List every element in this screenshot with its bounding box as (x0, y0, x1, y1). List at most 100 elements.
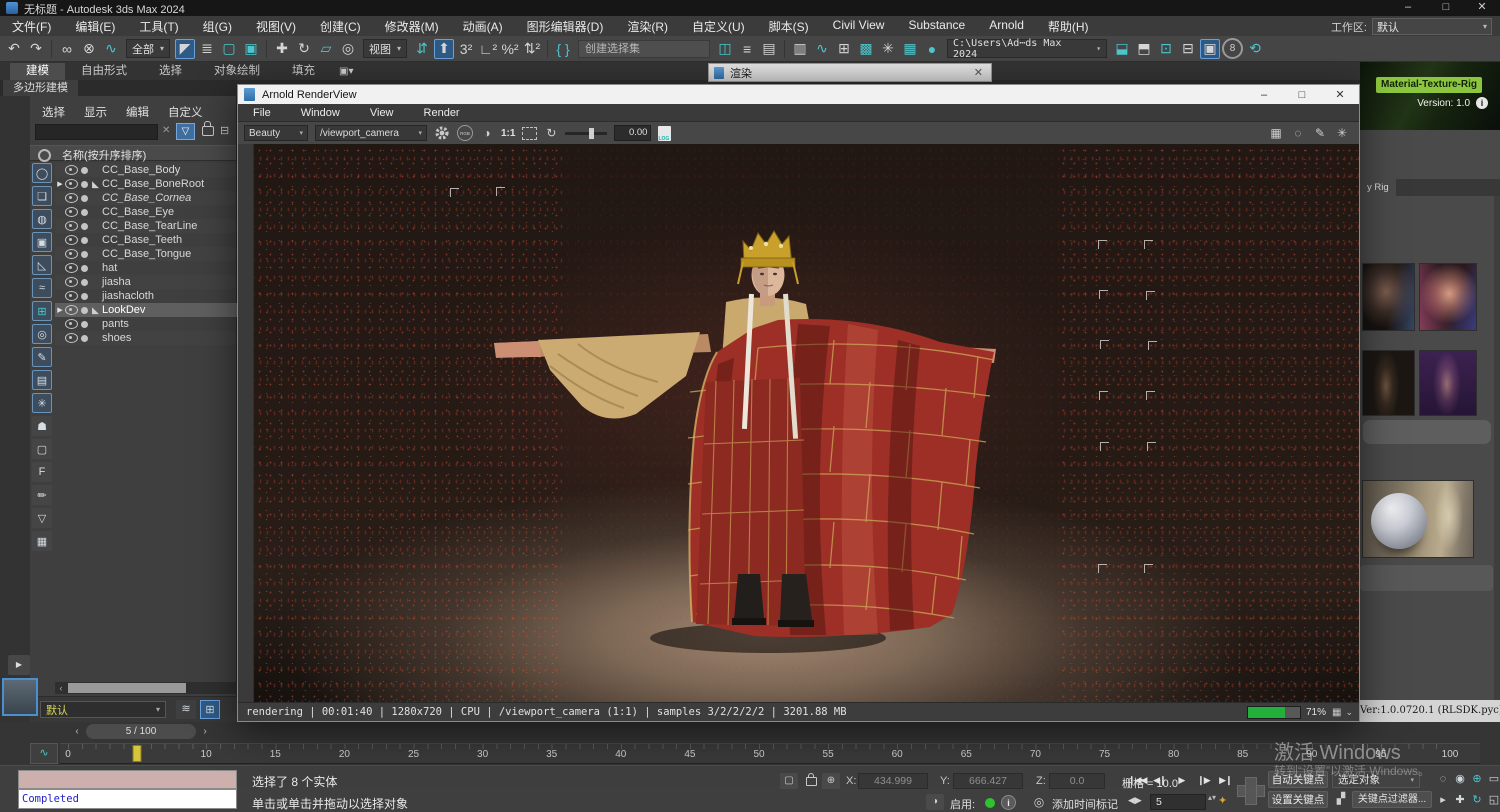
strip-select-icon[interactable]: ◯ (32, 163, 52, 183)
render-dot-icon[interactable] (81, 292, 88, 300)
zoom-icon[interactable]: ◌ (1436, 772, 1450, 787)
align-icon[interactable]: ≡ (737, 39, 757, 59)
maximize-button[interactable]: □ (1283, 89, 1321, 101)
maxscript-mini-listener[interactable]: Completed (18, 789, 237, 809)
percent-snap-icon[interactable]: %² (500, 39, 520, 59)
timeline-ruler[interactable]: 0510152025303540455055606570758085909510… (60, 743, 1480, 764)
ribbon-toggle-icon[interactable]: ▥ (790, 39, 810, 59)
lock-icon[interactable] (202, 121, 214, 136)
strip-systems-icon[interactable]: ⊞ (32, 301, 52, 321)
menu-Substance[interactable]: Substance (896, 18, 977, 35)
viewport-layout-tab[interactable] (2, 678, 38, 716)
pan-navigation-icon[interactable] (1237, 773, 1265, 807)
explorer-item-shoes[interactable]: shoes (55, 331, 237, 345)
unlink-selection-icon[interactable]: ⊗ (79, 39, 99, 59)
visibility-eye-icon[interactable] (65, 277, 78, 287)
scroll-left-icon[interactable]: ‹ (55, 682, 67, 694)
visibility-eye-icon[interactable] (65, 235, 78, 245)
arnold-menu-View[interactable]: View (355, 107, 409, 119)
expand-arrow-icon[interactable]: ▶ (55, 180, 65, 188)
rgb-channel-icon[interactable]: RGB (457, 125, 473, 141)
zoom-ratio-label[interactable]: 1:1 (501, 128, 515, 139)
visibility-eye-icon[interactable] (65, 249, 78, 259)
curve-editor-icon[interactable]: ∿ (812, 39, 832, 59)
render-viewport[interactable] (238, 144, 1359, 702)
y-coordinate-field[interactable]: 666.427 (953, 773, 1023, 789)
render-dot-icon[interactable] (81, 334, 88, 342)
visibility-eye-icon[interactable] (65, 305, 78, 315)
refresh-render-icon[interactable]: ↻ (544, 126, 558, 140)
layer-manager-icon[interactable]: ▤ (759, 39, 779, 59)
strip-utilities-icon[interactable]: F (32, 462, 52, 482)
previous-frame-arrow[interactable]: ‹ (70, 724, 84, 739)
chevron-down-icon[interactable]: ⌄ (1345, 707, 1353, 718)
arnold-menu-File[interactable]: File (238, 107, 286, 119)
arnold-menu-Render[interactable]: Render (409, 107, 475, 119)
close-icon[interactable]: ✕ (966, 66, 991, 79)
autobackup-save-icon[interactable]: ▣ (1200, 38, 1221, 59)
pan-hand-icon[interactable]: ✚ (1453, 793, 1467, 808)
select-and-move-icon[interactable]: ✚ (272, 39, 292, 59)
info-icon[interactable]: i (1476, 97, 1488, 109)
ribbon-tab-populate[interactable]: 填充 (276, 63, 331, 80)
pan-arrow-icon[interactable]: ▸ (1436, 793, 1450, 808)
explorer-menu-编辑[interactable]: 编辑 (126, 104, 168, 120)
ribbon-subtab-polygon-modeling[interactable]: 多边形建模 (3, 80, 78, 96)
visibility-eye-icon[interactable] (65, 179, 78, 189)
info-toggle-icon[interactable]: i (1001, 795, 1016, 810)
render-region-icon[interactable]: ⊡ (1156, 39, 1176, 59)
absolute-mode-icon[interactable]: ⊕ (822, 773, 840, 789)
ribbon-tab-freeform[interactable]: 自由形式 (65, 63, 143, 80)
ribbon-tab-modeling[interactable]: 建模 (10, 63, 65, 80)
isolate-selection-icon[interactable]: ▢ (780, 773, 798, 789)
menu-自定义(U)[interactable]: 自定义(U) (680, 18, 757, 35)
expand-panel-button[interactable]: ▶ (8, 655, 30, 675)
render-dot-icon[interactable] (81, 180, 88, 188)
exposure-slider[interactable] (565, 127, 608, 139)
hierarchy-view-icon[interactable]: ⊞ (200, 700, 220, 719)
explorer-item-CC_Base_Eye[interactable]: CC_Base_Eye (55, 205, 237, 219)
maximize-button[interactable]: □ (1428, 0, 1464, 16)
explorer-menu-选择[interactable]: 选择 (42, 104, 84, 120)
material-texture-rig-button[interactable]: Material-Texture-Rig (1376, 77, 1482, 93)
use-pivot-center-icon[interactable]: ⇵ (412, 39, 432, 59)
region-render-icon[interactable] (522, 126, 538, 140)
material-sphere-preview[interactable] (1362, 480, 1474, 558)
frame-counter-display[interactable]: 5 / 100 (86, 724, 196, 739)
menu-帮助(H)[interactable]: 帮助(H) (1036, 18, 1101, 35)
ab-compare-icon[interactable]: ◑ (480, 126, 494, 140)
previous-frame-button[interactable]: ◀❙ (1150, 772, 1168, 789)
workspace-dropdown[interactable]: 默认 ▾ (1372, 18, 1492, 35)
strip-helpers-icon[interactable]: ◺ (32, 255, 52, 275)
orbit-icon[interactable]: ↻ (1470, 793, 1484, 808)
explorer-item-CC_Base_Tongue[interactable]: CC_Base_Tongue (55, 247, 237, 261)
steering-wheel-icon[interactable]: ◎ (1030, 794, 1048, 810)
menu-Arnold[interactable]: Arnold (977, 18, 1036, 35)
maximize-viewport-icon[interactable]: ◱ (1487, 793, 1500, 808)
visibility-eye-icon[interactable] (65, 193, 78, 203)
bind-to-space-warp-icon[interactable]: ∿ (101, 39, 121, 59)
snaps-toggle-icon[interactable]: ⬆ (434, 38, 455, 59)
mirror-icon[interactable]: ◫ (715, 39, 735, 59)
strip-filter-icon[interactable]: ▽ (32, 508, 52, 528)
render-dot-icon[interactable] (81, 222, 88, 230)
x-coordinate-field[interactable]: 434.999 (858, 773, 928, 789)
render-production-icon[interactable]: ● (922, 39, 942, 59)
panel-button[interactable] (1363, 420, 1491, 444)
render-frame-icon[interactable]: ⊟ (1178, 39, 1198, 59)
explorer-item-CC_Base_Body[interactable]: CC_Base_Body (55, 163, 237, 177)
scrollbar-thumb[interactable] (68, 683, 186, 693)
key-filter-icon[interactable]: ▞ (1332, 791, 1350, 807)
explorer-item-jiashacloth[interactable]: jiashacloth (55, 289, 237, 303)
log-window-icon[interactable]: LOG (658, 125, 672, 142)
arnold-menu-Window[interactable]: Window (286, 107, 355, 119)
explorer-search-input[interactable] (35, 124, 158, 140)
visibility-eye-icon[interactable] (65, 263, 78, 273)
redo-icon[interactable]: ↷ (26, 39, 46, 59)
render-gear-icon[interactable] (434, 125, 450, 141)
menu-图形编辑器(D)[interactable]: 图形编辑器(D) (515, 18, 616, 35)
maxscript-mini-listener-pink[interactable] (18, 770, 237, 789)
arnold-titlebar[interactable]: Arnold RenderView – □ ✕ (238, 85, 1359, 104)
render-dot-icon[interactable] (81, 264, 88, 272)
strip-modify-icon[interactable]: ✎ (32, 347, 52, 367)
